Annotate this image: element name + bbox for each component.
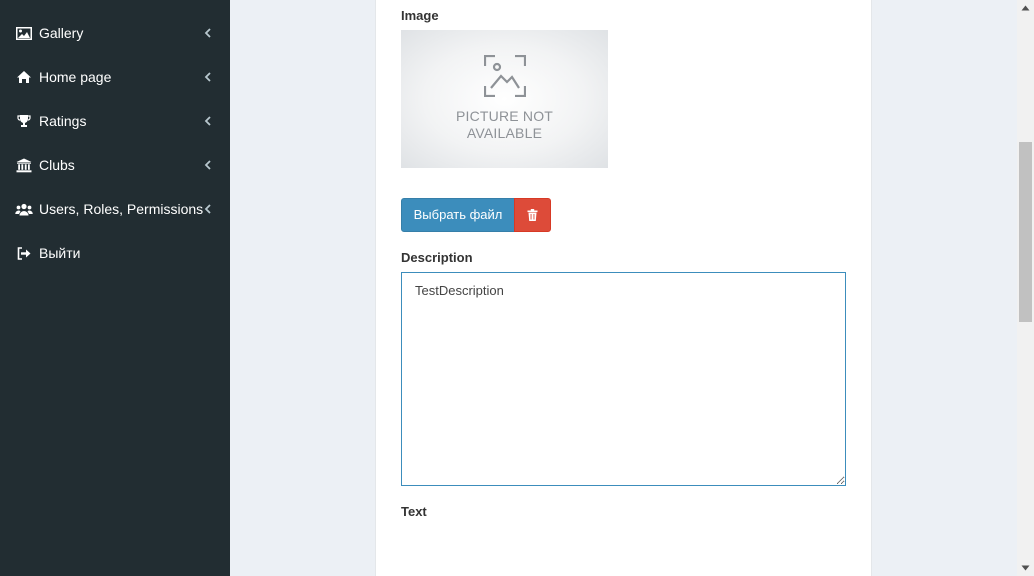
- sidebar-item-ratings[interactable]: Ratings: [0, 99, 230, 143]
- delete-image-button[interactable]: [514, 198, 551, 232]
- trophy-icon: [15, 113, 33, 129]
- chevron-left-icon: [204, 160, 211, 170]
- chevron-left-icon: [204, 28, 211, 38]
- sidebar-item-label: Users, Roles, Permissions: [39, 201, 204, 217]
- sidebar-item-home-page[interactable]: Home page: [0, 55, 230, 99]
- description-label: Description: [401, 250, 473, 265]
- sidebar-item-label: Ratings: [39, 113, 87, 129]
- sidebar-item-label: Home page: [39, 69, 112, 85]
- sidebar: Gallery Home page Ratings Clubs Users, R…: [0, 0, 230, 576]
- sidebar-item-label: Gallery: [39, 25, 84, 41]
- trash-icon: [527, 209, 538, 221]
- sidebar-item-gallery[interactable]: Gallery: [0, 11, 230, 55]
- sidebar-item-users-roles-permissions[interactable]: Users, Roles, Permissions: [0, 187, 230, 231]
- image-placeholder-icon: [484, 55, 526, 97]
- text-label: Text: [401, 504, 427, 519]
- image-label: Image: [401, 8, 439, 23]
- sidebar-item-clubs[interactable]: Clubs: [0, 143, 230, 187]
- home-icon: [15, 69, 33, 85]
- users-icon: [15, 201, 33, 217]
- sidebar-item-label: Выйти: [39, 245, 81, 261]
- chevron-left-icon: [204, 116, 211, 126]
- sidebar-item-label: Clubs: [39, 157, 75, 173]
- sign-out-icon: [15, 245, 33, 261]
- bank-icon: [15, 157, 33, 173]
- chevron-left-icon: [204, 72, 211, 82]
- image-preview: PICTURE NOT AVAILABLE: [401, 30, 608, 168]
- scroll-down-icon[interactable]: [1021, 565, 1030, 571]
- sidebar-item-logout[interactable]: Выйти: [0, 231, 230, 275]
- image-icon: [15, 25, 33, 41]
- description-textarea[interactable]: TestDescription: [401, 272, 846, 486]
- choose-file-button[interactable]: Выбрать файл: [401, 198, 515, 232]
- scroll-up-icon[interactable]: [1021, 5, 1030, 11]
- chevron-left-icon: [204, 204, 211, 214]
- scrollbar-thumb[interactable]: [1019, 142, 1032, 322]
- image-placeholder-text: PICTURE NOT AVAILABLE: [455, 108, 554, 141]
